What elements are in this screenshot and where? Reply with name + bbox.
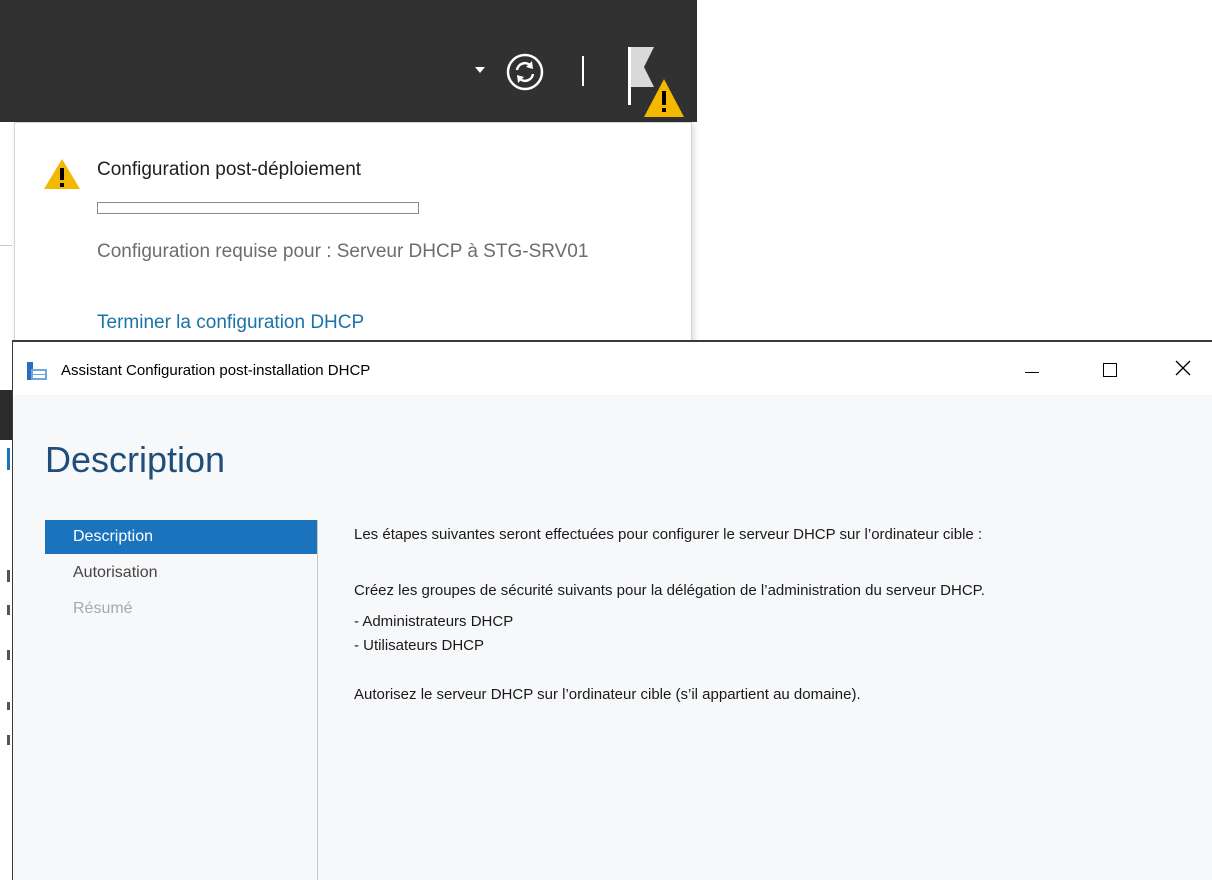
warning-icon: [44, 159, 80, 189]
notification-flag-icon[interactable]: [626, 45, 686, 119]
complete-dhcp-configuration-link[interactable]: Terminer la configuration DHCP: [97, 312, 364, 334]
title-bar[interactable]: Assistant Configuration post-installatio…: [13, 342, 1212, 395]
chevron-down-icon[interactable]: [475, 67, 485, 73]
toolbar-separator: [582, 56, 584, 86]
window-title: Assistant Configuration post-installatio…: [61, 362, 371, 379]
refresh-icon[interactable]: [505, 52, 545, 92]
wizard-navigation: Description Autorisation Résumé: [45, 520, 318, 880]
background-mark: [7, 650, 10, 660]
page-title: Description: [45, 439, 226, 480]
background-mark: [7, 702, 10, 710]
groups-intro-text: Créez les groupes de sécurité suivants p…: [354, 582, 985, 599]
progress-bar: [97, 202, 419, 214]
background-mark: [7, 448, 10, 470]
dhcp-wizard-dialog: Assistant Configuration post-installatio…: [12, 340, 1212, 880]
minimize-button[interactable]: [1015, 342, 1061, 395]
notification-flyout: Configuration post-déploiement Configura…: [14, 122, 692, 354]
background-mark: [7, 570, 10, 582]
divider: [0, 245, 12, 246]
list-item: - Administrateurs DHCP: [354, 613, 514, 630]
nav-item-resume: Résumé: [73, 600, 133, 617]
wizard-app-icon: [27, 362, 47, 380]
close-button[interactable]: [1163, 342, 1209, 395]
intro-text: Les étapes suivantes seront effectuées p…: [354, 526, 983, 543]
notification-title: Configuration post-déploiement: [97, 159, 362, 180]
maximize-icon: [1103, 363, 1117, 377]
notification-description: Configuration requise pour : Serveur DHC…: [97, 241, 589, 262]
nav-item-description[interactable]: Description: [45, 520, 317, 554]
close-icon: [1175, 360, 1191, 376]
background-mark: [7, 735, 10, 745]
server-manager-header: [0, 0, 697, 122]
background-mark: [7, 605, 10, 615]
nav-item-autorisation[interactable]: Autorisation: [45, 556, 317, 590]
minimize-icon: [1025, 372, 1039, 373]
authorize-text: Autorisez le serveur DHCP sur l’ordinate…: [354, 686, 861, 703]
list-item: - Utilisateurs DHCP: [354, 637, 485, 654]
maximize-button[interactable]: [1083, 342, 1129, 395]
